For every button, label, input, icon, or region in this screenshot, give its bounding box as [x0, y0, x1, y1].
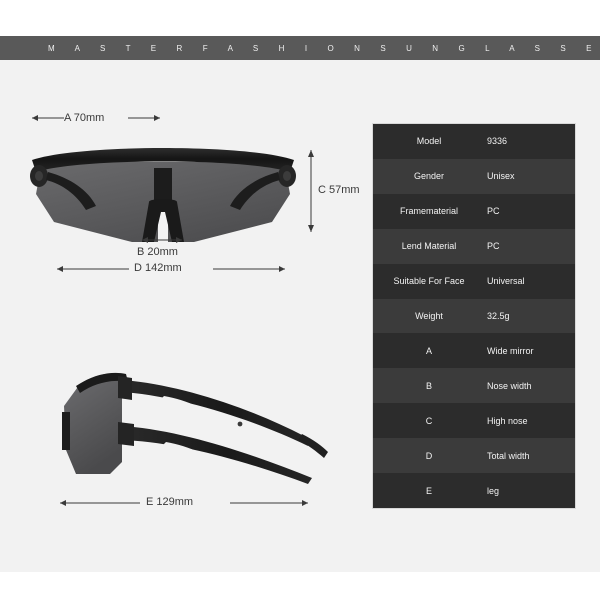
spec-key: A — [425, 345, 432, 356]
spec-key: D — [425, 450, 433, 461]
dimension-label-d: D 142mm — [134, 262, 182, 274]
dimension-label-c: C 57mm — [318, 184, 360, 196]
spec-value: 9336 — [487, 136, 508, 147]
spec-key: C — [425, 415, 433, 426]
spec-key: Model — [416, 136, 442, 147]
table-row: A Wide mirror — [373, 333, 575, 369]
dimension-line-c — [308, 150, 314, 232]
spec-value: High nose — [487, 415, 528, 426]
table-row: D Total width — [373, 438, 575, 474]
spec-value: leg — [487, 485, 500, 496]
spec-value: Universal — [487, 276, 525, 287]
dimension-label-e: E 129mm — [146, 496, 194, 508]
spec-key: Framematerial — [399, 206, 458, 217]
dimension-label-b: B 20mm — [137, 246, 178, 258]
table-row: Framematerial PC — [373, 193, 575, 229]
spec-key: Suitable For Face — [393, 276, 465, 287]
spec-value: PC — [487, 206, 500, 217]
table-row: E leg — [373, 473, 575, 508]
table-row: C High nose — [373, 403, 575, 439]
table-row: Suitable For Face Universal — [373, 263, 575, 299]
table-row: B Nose width — [373, 368, 575, 404]
spec-key: Gender — [413, 171, 445, 182]
dimension-label-a: A 70mm — [64, 112, 105, 124]
table-row: Model 9336 — [373, 124, 575, 159]
spec-value: 32.5g — [487, 310, 510, 321]
spec-value: Wide mirror — [487, 345, 534, 356]
table-row: Lend Material PC — [373, 228, 575, 264]
spec-key: E — [425, 485, 432, 496]
dimension-line-b — [142, 237, 182, 243]
specification-table: Model 9336 Gender Unisex Framematerial P… — [373, 124, 575, 508]
spec-value: PC — [487, 241, 500, 252]
spec-key: Weight — [415, 310, 443, 321]
product-spec-page: M A S T E R F A S H I O N S U N G L A S … — [0, 0, 600, 600]
spec-value: Nose width — [487, 380, 532, 391]
brand-banner-text: M A S T E R F A S H I O N S U N G L A S … — [48, 43, 600, 53]
sunglasses-front-view — [30, 148, 296, 242]
brand-banner: M A S T E R F A S H I O N S U N G L A S … — [0, 36, 600, 60]
spec-value: Unisex — [487, 171, 515, 182]
table-row: Gender Unisex — [373, 158, 575, 194]
sunglasses-side-view — [62, 372, 328, 484]
spec-value: Total width — [487, 450, 530, 461]
table-row: Weight 32.5g — [373, 298, 575, 334]
spec-key: Lend Material — [401, 241, 457, 252]
spec-key: B — [425, 380, 432, 391]
